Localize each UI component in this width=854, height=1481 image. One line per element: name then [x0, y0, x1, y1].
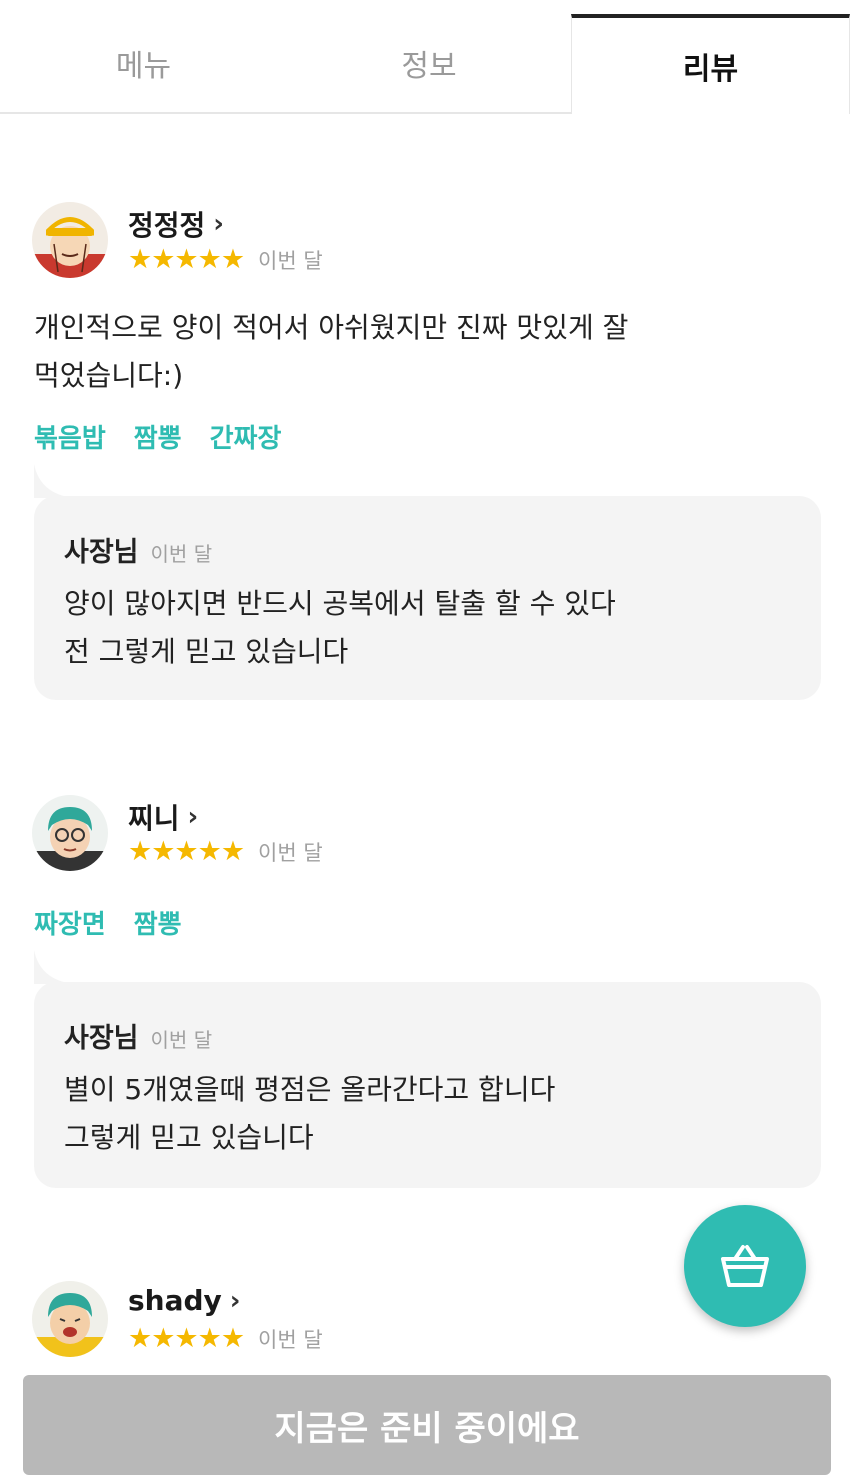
chevron-right-icon: ›	[213, 209, 224, 239]
avatar[interactable]	[32, 202, 108, 278]
owner-reply: 사장님 이번 달 양이 많아지면 반드시 공복에서 탈출 할 수 있다 전 그렇…	[34, 496, 821, 700]
reviewer-name: 찌니	[128, 802, 180, 835]
menu-tag[interactable]: 짬뽕	[134, 418, 182, 455]
review-text-line: 개인적으로 양이 적어서 아쉬웠지만 진짜 맛있게 잘	[34, 311, 629, 344]
reply-text: 별이 5개였을때 평점은 올라간다고 합니다 그렇게 믿고 있습니다	[64, 1066, 784, 1162]
reviewer-name-row[interactable]: shady ›	[128, 1284, 241, 1317]
review-date: 이번 달	[258, 1327, 323, 1352]
tab-info[interactable]: 정보	[287, 14, 571, 114]
reply-date: 이번 달	[150, 542, 213, 566]
review-page: 메뉴 정보 리뷰 정정정 › ★★★★★ 이번 달 개인적으로 양이 적어서 아…	[0, 0, 854, 1481]
avatar-image	[32, 1281, 108, 1357]
rating-row: ★★★★★ 이번 달	[128, 1323, 323, 1354]
review-date: 이번 달	[258, 248, 323, 273]
reply-text-line: 양이 많아지면 반드시 공복에서 탈출 할 수 있다	[64, 587, 616, 620]
rating-row: ★★★★★ 이번 달	[128, 244, 323, 275]
avatar[interactable]	[32, 795, 108, 871]
reply-pointer	[34, 950, 74, 984]
reviewer-name: 정정정	[128, 209, 206, 242]
tab-bar: 메뉴 정보 리뷰	[0, 0, 854, 118]
chevron-right-icon: ›	[187, 802, 199, 832]
reply-text-line: 별이 5개였을때 평점은 올라간다고 합니다	[64, 1073, 556, 1106]
review-date: 이번 달	[258, 840, 323, 865]
owner-reply: 사장님 이번 달 별이 5개였을때 평점은 올라간다고 합니다 그렇게 믿고 있…	[34, 982, 821, 1188]
chevron-right-icon: ›	[229, 1285, 241, 1316]
reply-author: 사장님	[64, 537, 139, 568]
review-text-line: 먹었습니다:)	[34, 359, 184, 392]
reply-text-line: 전 그렇게 믿고 있습니다	[64, 635, 349, 668]
menu-tags: 볶음밥 짬뽕 간짜장	[34, 418, 281, 455]
reply-header: 사장님 이번 달	[64, 530, 212, 569]
menu-tag[interactable]: 짬뽕	[134, 904, 182, 941]
order-button[interactable]: 지금은 준비 중이에요	[23, 1375, 831, 1475]
menu-tag[interactable]: 짜장면	[34, 904, 106, 941]
star-rating: ★★★★★	[128, 1323, 245, 1354]
reviewer-name: shady	[128, 1284, 222, 1317]
menu-tags: 짜장면 짬뽕	[34, 904, 182, 941]
reply-header: 사장님 이번 달	[64, 1016, 212, 1055]
avatar-image	[32, 202, 108, 278]
menu-tag[interactable]: 간짜장	[210, 418, 282, 455]
cart-button[interactable]	[684, 1205, 806, 1327]
reply-date: 이번 달	[150, 1028, 213, 1052]
avatar-image	[32, 795, 108, 871]
reply-text-line: 그렇게 믿고 있습니다	[64, 1121, 314, 1154]
reply-author: 사장님	[64, 1023, 139, 1054]
reply-text: 양이 많아지면 반드시 공복에서 탈출 할 수 있다 전 그렇게 믿고 있습니다	[64, 580, 784, 676]
star-rating: ★★★★★	[128, 244, 245, 275]
tab-reviews[interactable]: 리뷰	[571, 14, 850, 114]
review-text: 개인적으로 양이 적어서 아쉬웠지만 진짜 맛있게 잘 먹었습니다:)	[34, 304, 734, 400]
menu-tag[interactable]: 볶음밥	[34, 418, 106, 455]
tab-menu[interactable]: 메뉴	[0, 14, 287, 114]
basket-icon	[721, 1245, 769, 1287]
avatar[interactable]	[32, 1281, 108, 1357]
rating-row: ★★★★★ 이번 달	[128, 836, 323, 867]
reviewer-name-row[interactable]: 찌니 ›	[128, 797, 198, 837]
star-rating: ★★★★★	[128, 836, 245, 867]
reviewer-name-row[interactable]: 정정정 ›	[128, 204, 224, 244]
reply-pointer	[34, 464, 74, 498]
